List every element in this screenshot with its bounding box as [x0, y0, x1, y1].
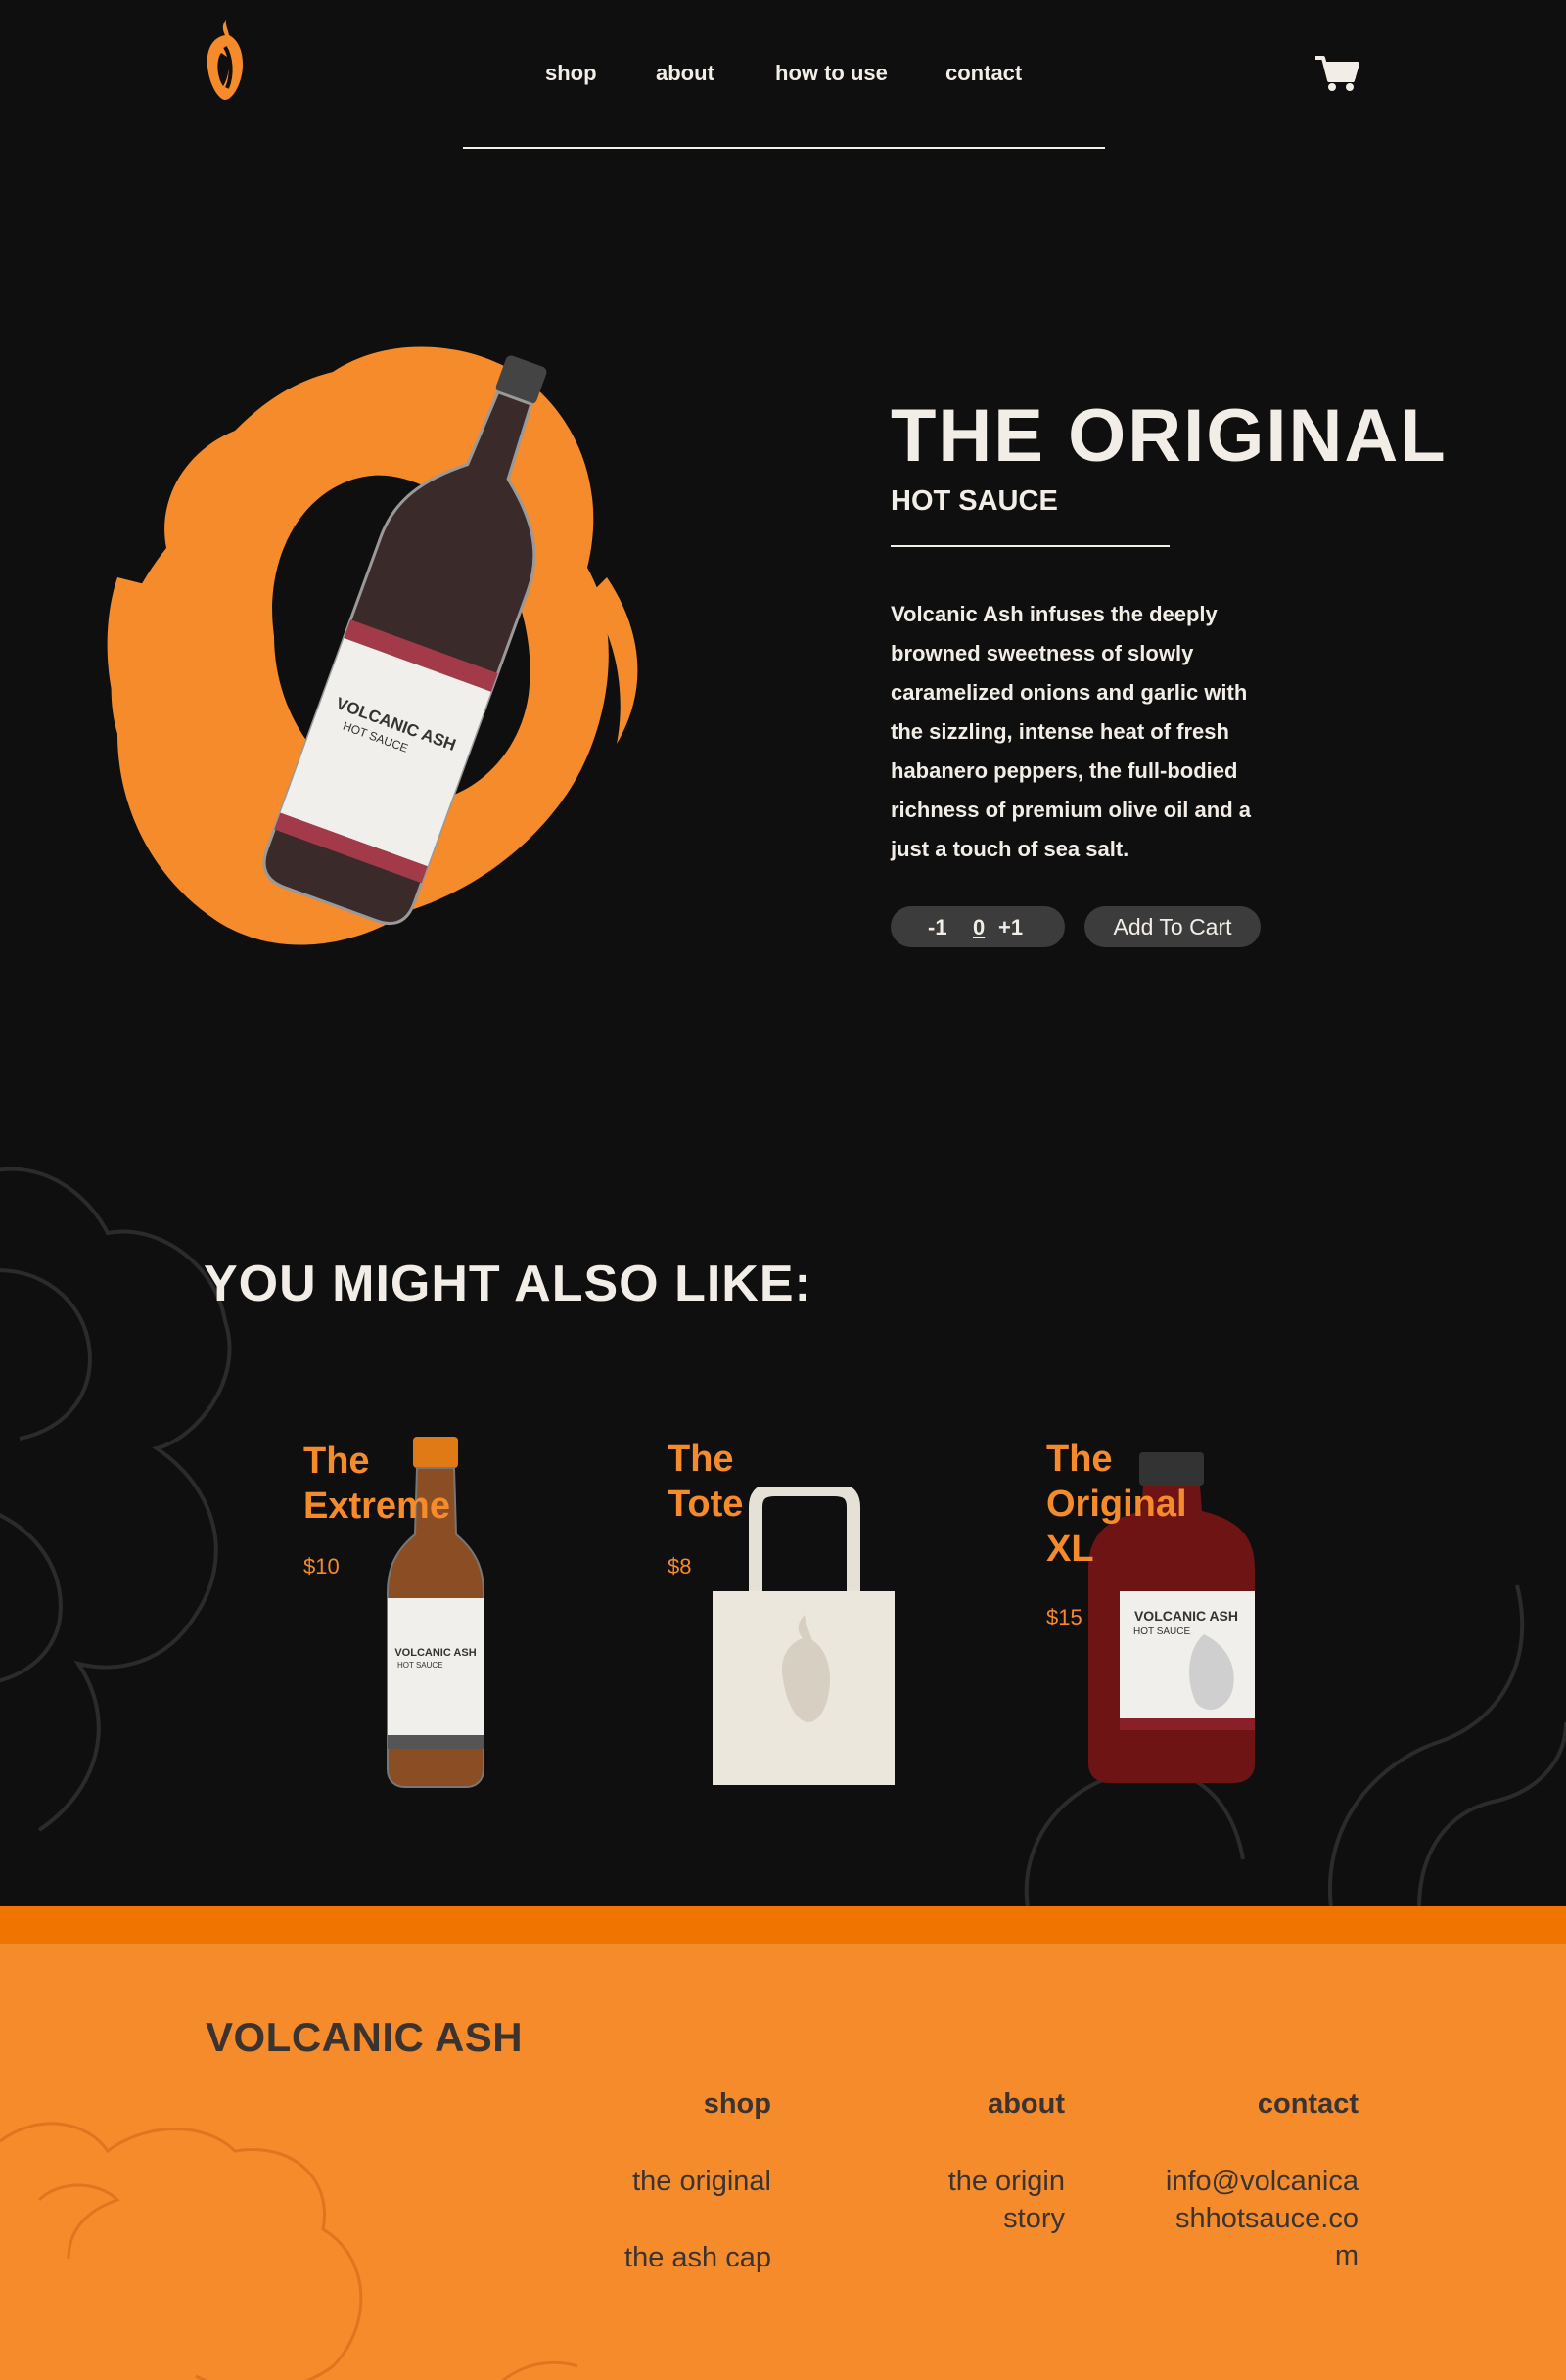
cart-icon[interactable]	[1315, 55, 1359, 92]
card-title: The Original XL	[1046, 1439, 1187, 1570]
footer-contact-email[interactable]: info@volcanicashhotsauce.com	[1153, 2163, 1359, 2274]
card-price: $10	[303, 1554, 340, 1579]
related-heading: YOU MIGHT ALSO LIKE:	[204, 1256, 812, 1312]
footer-heading-contact: contact	[1257, 2088, 1359, 2120]
add-to-cart-button[interactable]: Add To Cart	[1084, 906, 1261, 947]
nav-about[interactable]: about	[656, 61, 714, 86]
site-header: shop about how to use contact	[0, 0, 1566, 157]
card-title: The Extreme	[303, 1441, 450, 1527]
tote-bag-image	[713, 1488, 895, 1785]
svg-text:HOT SAUCE: HOT SAUCE	[1133, 1626, 1190, 1637]
card-title: The Tote	[668, 1439, 744, 1525]
card-price: $15	[1046, 1605, 1082, 1629]
footer-link-the-original[interactable]: the original	[548, 2163, 771, 2200]
main-nav: shop about how to use contact	[463, 0, 1105, 149]
nav-shop[interactable]: shop	[545, 61, 597, 86]
product-title: THE ORIGINAL	[891, 394, 1448, 478]
pepper-logo-icon[interactable]	[202, 18, 247, 104]
nav-contact[interactable]: contact	[945, 61, 1022, 86]
footer-link-the-ash-cap[interactable]: the ash cap	[548, 2239, 771, 2276]
smoke-outline-decoration	[0, 2122, 578, 2380]
site-footer: VOLCANIC ASH shop the original the ash c…	[0, 1906, 1566, 2380]
title-divider	[891, 545, 1170, 547]
footer-link-origin-story[interactable]: the origin story	[908, 2163, 1065, 2237]
quantity-stepper: -1 0 +1	[891, 906, 1065, 947]
card-price: $8	[668, 1554, 692, 1579]
nav-how-to-use[interactable]: how to use	[775, 61, 888, 86]
hero-product-image: VOLCANIC ASH HOT SAUCE	[107, 346, 638, 945]
quantity-value: 0	[973, 915, 986, 939]
footer-band	[0, 1906, 1566, 1944]
footer-brand: VOLCANIC ASH	[206, 2014, 524, 2060]
product-subtitle: HOT SAUCE	[891, 485, 1058, 517]
svg-text:HOT SAUCE: HOT SAUCE	[397, 1661, 443, 1670]
svg-text:VOLCANIC ASH: VOLCANIC ASH	[394, 1647, 476, 1659]
svg-text:VOLCANIC ASH: VOLCANIC ASH	[1134, 1608, 1238, 1624]
increment-button[interactable]: +1	[998, 915, 1023, 940]
footer-heading-shop: shop	[703, 2088, 771, 2120]
product-description: Volcanic Ash infuses the deeply browned …	[891, 602, 1251, 861]
footer-heading-about: about	[988, 2088, 1065, 2120]
decrement-button[interactable]: -1	[928, 915, 947, 940]
